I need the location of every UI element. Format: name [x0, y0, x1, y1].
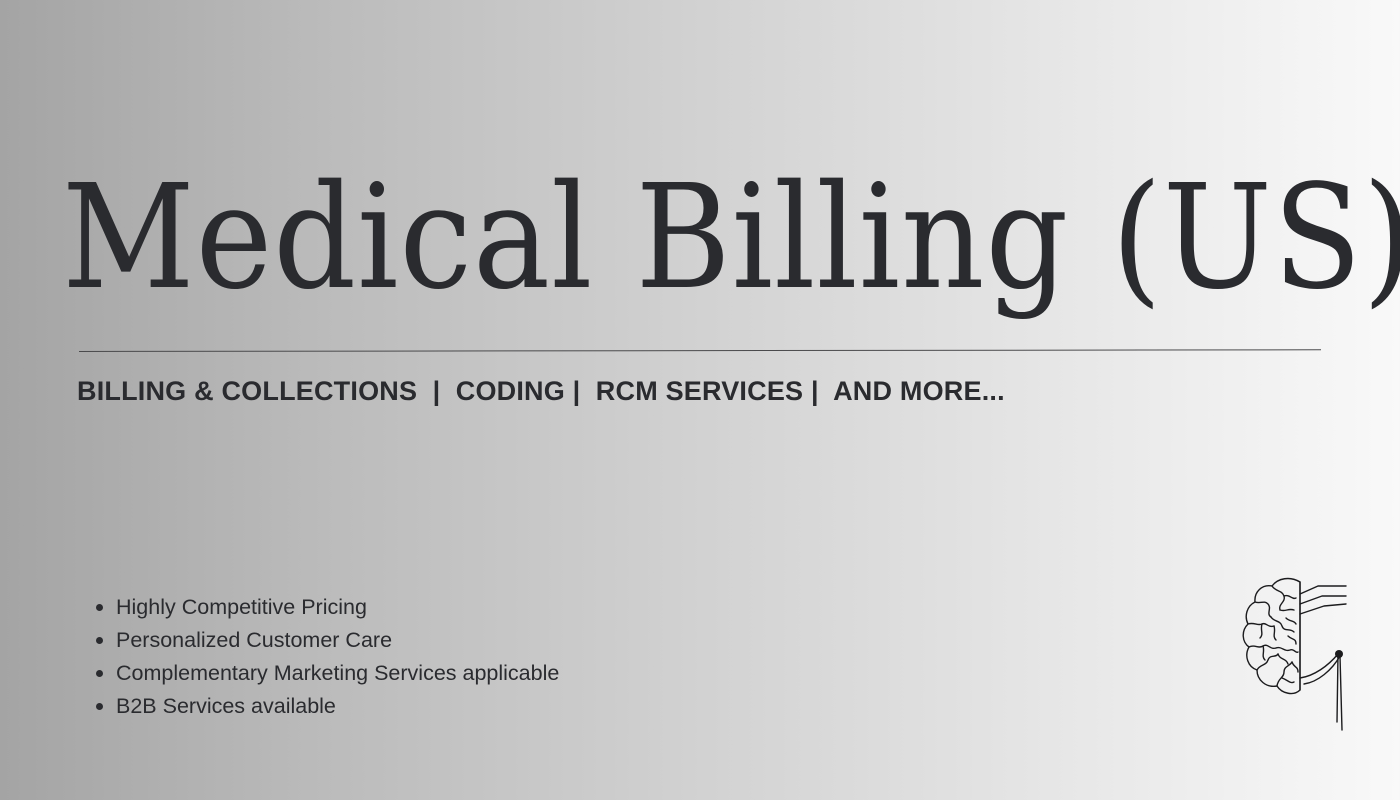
- bullet-icon: [96, 637, 103, 644]
- feature-text: Highly Competitive Pricing: [116, 595, 367, 619]
- feature-text: Personalized Customer Care: [116, 628, 393, 652]
- bullet-icon: [96, 604, 103, 611]
- page-title: Medical Billing (US): [62, 153, 1400, 321]
- list-item: B2B Services available: [96, 690, 559, 723]
- features-list: Highly Competitive Pricing Personalized …: [96, 591, 560, 723]
- list-item: Complementary Marketing Services applica…: [96, 657, 560, 690]
- list-item: Personalized Customer Care: [96, 624, 559, 657]
- title-divider: [78, 349, 1321, 352]
- feature-text: Complementary Marketing Services applica…: [116, 661, 560, 685]
- brain-circuit-icon: [1242, 577, 1347, 731]
- list-item: Highly Competitive Pricing: [96, 591, 559, 624]
- bullet-icon: [96, 670, 103, 677]
- services-tagline: BILLING & COLLECTIONS | CODING | RCM SER…: [77, 376, 1005, 406]
- bullet-icon: [96, 703, 103, 710]
- feature-text: B2B Services available: [116, 694, 336, 718]
